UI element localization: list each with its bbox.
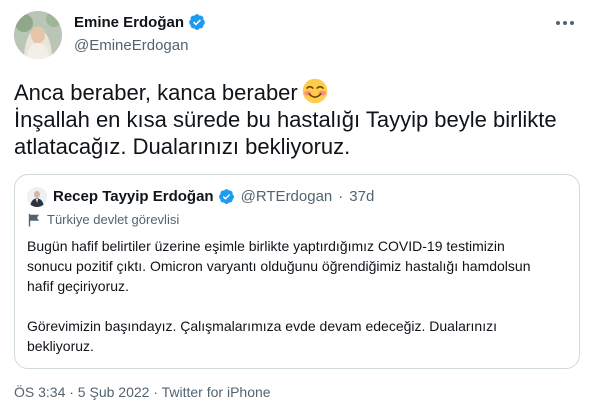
quoted-handle[interactable]: @RTErdogan [241,188,333,205]
more-options-icon[interactable] [554,14,576,32]
verified-badge-icon [188,13,206,31]
quoted-separator: · [338,188,344,205]
author-avatar[interactable] [14,11,62,59]
author-display-name[interactable]: Emine Erdoğan [74,14,184,31]
smiling-face-emoji-icon [302,78,328,104]
quoted-text-line: sonucu pozitif çıktı. Omicron varyantı o… [27,258,531,274]
quoted-text-line: Bugün hafif belirtiler üzerine eşimle bi… [27,238,505,254]
tweet-text: Anca beraber, kanca beraber İnşallah en … [14,78,580,160]
quoted-tweet-text: Bugün hafif belirtiler üzerine eşimle bi… [27,236,567,356]
author-handle[interactable]: @EmineErdogan [74,37,188,54]
tweet-line: İnşallah en kısa sürede bu hastalığı Tay… [14,107,557,132]
government-label: Türkiye devlet görevlisi [27,212,179,227]
quoted-display-name[interactable]: Recep Tayyip Erdoğan [53,188,214,205]
quoted-text-line: hafif geçiriyoruz. [27,278,129,294]
quoted-author-avatar[interactable] [27,187,47,207]
quoted-text-line: Görevimizin başındayız. Çalışmalarımıza … [27,318,497,334]
flag-icon [27,213,41,227]
verified-badge-icon [218,188,235,205]
government-label-text: Türkiye devlet görevlisi [47,212,180,227]
quoted-timestamp[interactable]: 37d [349,188,374,205]
tweet-metadata[interactable]: ÖS 3:34 · 5 Şub 2022 · Twitter for iPhon… [14,384,271,400]
quoted-text-line: bekliyoruz. [27,338,94,354]
tweet-line-text: Anca beraber, kanca beraber [14,80,298,105]
tweet-line: Anca beraber, kanca beraber [14,78,580,106]
quoted-header: Recep Tayyip Erdoğan @RTErdogan · 37d [53,188,374,205]
author-name-row: Emine Erdoğan [74,13,206,31]
quoted-tweet-card[interactable]: Recep Tayyip Erdoğan @RTErdogan · 37d Tü… [14,174,580,369]
tweet-line: atlatacağız. Dualarınızı bekliyoruz. [14,134,351,159]
